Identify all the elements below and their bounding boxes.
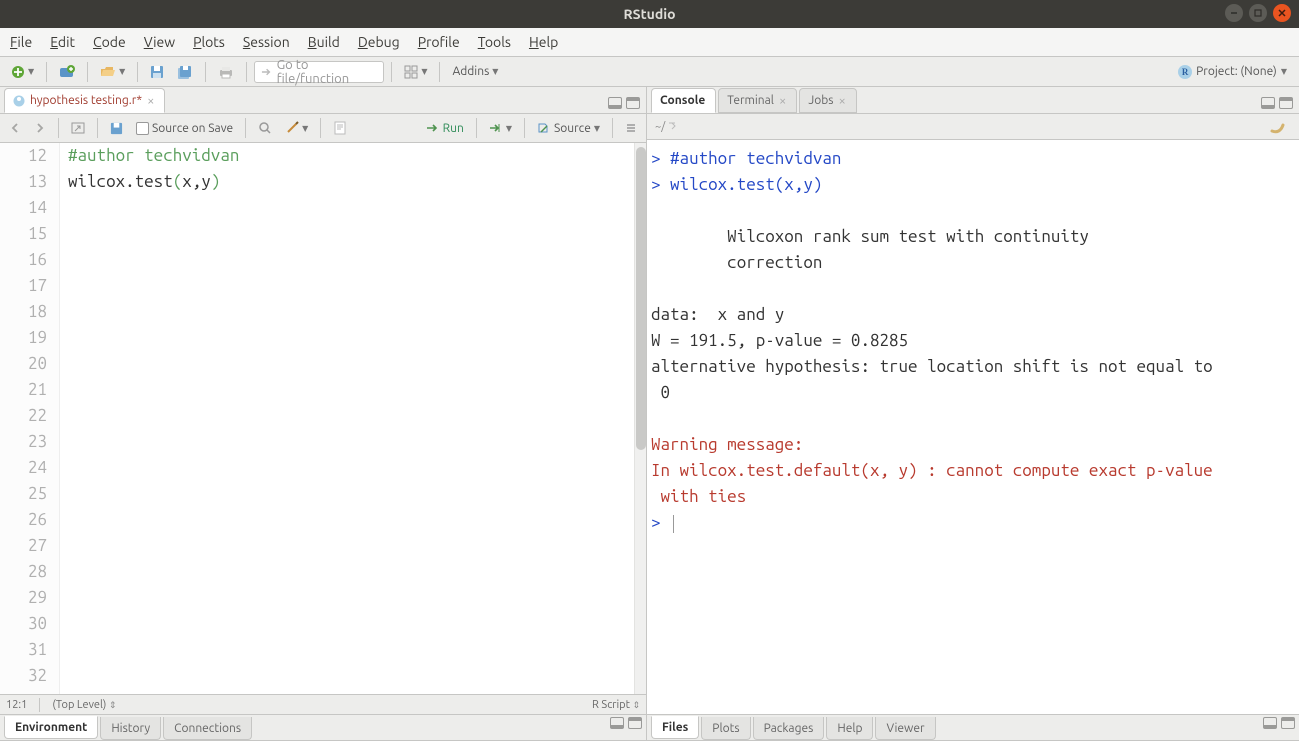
chevron-down-icon: ▼ [594, 124, 600, 133]
clear-console-button[interactable] [1265, 116, 1291, 138]
close-tab-icon[interactable]: × [147, 94, 154, 108]
tab-plots[interactable]: Plots [701, 717, 750, 740]
grid-icon-button[interactable]: ▼ [399, 61, 432, 83]
pane-maximize-icon[interactable] [1279, 97, 1293, 109]
close-tab-icon[interactable]: × [838, 94, 845, 108]
menu-profile[interactable]: Profile [418, 34, 460, 50]
pane-maximize-icon[interactable] [628, 717, 642, 729]
r-project-icon: R [1178, 65, 1192, 79]
editor-toolbar: Source on Save ▼ Run ▼ Source ▼ [0, 114, 646, 143]
menu-session[interactable]: Session [243, 34, 290, 50]
tab-environment[interactable]: Environment [4, 716, 98, 739]
console-path: ~/ [655, 121, 678, 133]
source-tabs: hypothesis testing.r* × [0, 87, 646, 114]
maximize-button[interactable] [1249, 4, 1267, 22]
menu-code[interactable]: Code [93, 34, 126, 50]
console-output[interactable]: > #author techvidvan> wilcox.test(x,y) W… [647, 140, 1299, 714]
tab-connections[interactable]: Connections [163, 717, 252, 740]
main-toolbar: ▼ ▼ Go to file/function ▼ [0, 57, 1299, 87]
titlebar: RStudio [0, 0, 1299, 28]
source-tab[interactable]: hypothesis testing.r* × [4, 88, 165, 113]
menu-edit[interactable]: Edit [50, 34, 75, 50]
outline-button[interactable] [620, 117, 642, 139]
goto-file-input[interactable]: Go to file/function [254, 61, 384, 83]
pane-maximize-icon[interactable] [1281, 717, 1295, 729]
menu-tools[interactable]: Tools [478, 34, 511, 50]
addins-button[interactable]: Addins ▼ [447, 61, 503, 83]
menu-debug[interactable]: Debug [358, 34, 400, 50]
arrow-icon [261, 66, 272, 78]
menubar: File Edit Code View Plots Session Build … [0, 28, 1299, 57]
language-selector[interactable]: R Script ⇕ [592, 699, 640, 711]
new-file-button[interactable]: ▼ [6, 61, 39, 83]
chevron-down-icon: ▼ [1281, 67, 1287, 76]
chevron-down-icon: ▼ [506, 124, 512, 133]
close-button[interactable] [1273, 4, 1291, 22]
run-button[interactable]: Run [421, 117, 469, 139]
goto-placeholder: Go to file/function [277, 58, 378, 86]
open-file-button[interactable]: ▼ [95, 61, 130, 83]
chevron-down-icon: ▼ [302, 124, 308, 133]
menu-plots[interactable]: Plots [193, 34, 225, 50]
tab-files[interactable]: Files [651, 716, 699, 739]
editor-statusbar: 12:1 (Top Level) ⇕ R Script ⇕ [0, 694, 646, 714]
code-editor[interactable]: 1213141516171819202122232425262728293031… [0, 143, 646, 694]
close-tab-icon[interactable]: × [779, 94, 786, 108]
tab-console[interactable]: Console [651, 88, 716, 113]
tab-filename: hypothesis testing.r* [30, 94, 142, 107]
r-script-icon [13, 95, 25, 107]
pane-minimize-icon[interactable] [1263, 717, 1277, 729]
forward-button[interactable] [29, 117, 51, 139]
source-on-save-checkbox[interactable]: Source on Save [131, 117, 238, 139]
tab-history[interactable]: History [100, 717, 161, 740]
find-button[interactable] [253, 117, 277, 139]
fileviewer-tabs: Files Plots Packages Help Viewer [647, 714, 1299, 741]
chevron-down-icon: ▼ [492, 67, 498, 76]
pane-minimize-icon[interactable] [610, 717, 624, 729]
chevron-down-icon: ▼ [28, 67, 34, 76]
cursor-position: 12:1 [6, 699, 27, 711]
code-tools-button[interactable]: ▼ [280, 117, 313, 139]
tab-terminal[interactable]: Terminal × [718, 88, 797, 113]
save-button[interactable] [145, 61, 169, 83]
compile-report-button[interactable] [328, 117, 352, 139]
minimize-button[interactable] [1225, 4, 1243, 22]
scope-selector[interactable]: (Top Level) ⇕ [52, 699, 116, 711]
show-in-new-window-button[interactable] [66, 117, 90, 139]
console-tabs: Console Terminal × Jobs × [647, 87, 1299, 114]
chevron-down-icon: ▼ [119, 67, 125, 76]
line-gutter: 1213141516171819202122232425262728293031… [0, 143, 60, 694]
tab-viewer[interactable]: Viewer [875, 717, 935, 740]
rerun-button[interactable]: ▼ [484, 117, 517, 139]
tab-help[interactable]: Help [826, 717, 873, 740]
save-all-button[interactable] [172, 61, 198, 83]
menu-file[interactable]: File [10, 34, 32, 50]
code-content[interactable]: #author techvidvanwilcox.test(x,y) [60, 143, 634, 694]
env-tabs: Environment History Connections [0, 714, 646, 741]
print-button[interactable] [213, 61, 239, 83]
pane-minimize-icon[interactable] [608, 97, 622, 109]
save-doc-button[interactable] [105, 117, 128, 139]
console-toolbar: ~/ [647, 114, 1299, 140]
tab-jobs[interactable]: Jobs × [799, 88, 857, 113]
editor-scrollbar[interactable] [634, 143, 646, 694]
source-button[interactable]: Source ▼ [532, 117, 605, 139]
menu-build[interactable]: Build [308, 34, 340, 50]
menu-view[interactable]: View [144, 34, 175, 50]
pane-minimize-icon[interactable] [1261, 97, 1275, 109]
window-title: RStudio [623, 6, 675, 22]
menu-help[interactable]: Help [529, 34, 558, 50]
tab-packages[interactable]: Packages [753, 717, 825, 740]
pane-maximize-icon[interactable] [626, 97, 640, 109]
new-project-button[interactable] [54, 61, 80, 83]
project-selector[interactable]: R Project: (None) ▼ [1178, 65, 1293, 79]
chevron-down-icon: ▼ [421, 67, 427, 76]
back-button[interactable] [4, 117, 26, 139]
